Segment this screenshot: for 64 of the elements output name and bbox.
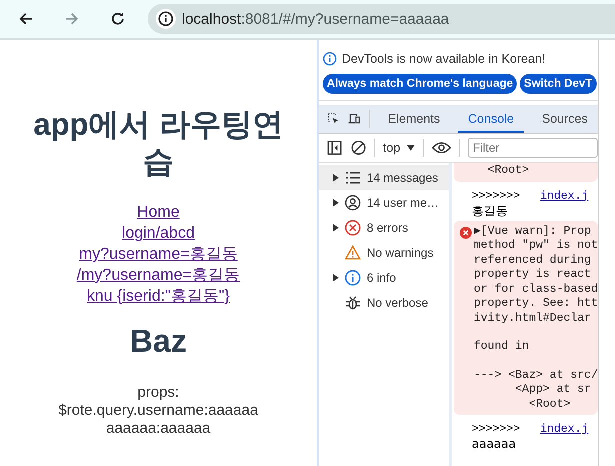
language-button[interactable]: Always match Chrome's language [323,74,518,94]
console-sidebar-item[interactable]: 6 info [319,265,449,290]
console-sidebar-item[interactable]: 8 errors [319,215,449,240]
context-dropdown[interactable]: top [383,141,415,155]
bug-icon [345,294,361,310]
nav-link[interactable]: my?username=홍길동 [79,244,238,265]
component-heading: Baz [129,323,188,360]
expand-arrow-icon [333,274,339,282]
notice-text: DevTools is now available in Korean! [342,52,546,66]
error-icon [345,220,361,236]
url-text: localhost:8081/#/my?username=aaaaaa [182,10,450,28]
nav-link[interactable]: Home [137,202,180,223]
reload-icon[interactable] [110,11,126,27]
props-text: $rote.query.username:aaaaaa [58,402,260,420]
nav-link[interactable]: login/abcd [122,223,195,244]
log-prefix: >>>>>>> [472,190,520,202]
console-text: <Root> [486,164,530,178]
console-sidebar-item[interactable]: 14 user me… [319,190,449,215]
language-button[interactable]: Switch DevT [520,74,597,94]
expand-arrow-icon [333,174,339,182]
source-link[interactable]: index.j [540,190,589,202]
console-text: ▶[Vue warn]: Prop [474,224,592,239]
log-prefix: >>>>>>> [472,423,520,436]
devtools-tab[interactable]: Elements [378,105,450,133]
expand-arrow-icon [333,224,339,232]
console-text: ---> <Baz> at src/ [474,368,598,383]
back-icon[interactable] [18,11,34,27]
eye-icon[interactable] [432,141,452,155]
console-text: ivity.html#Declar [474,312,592,326]
info-icon [345,270,361,286]
console-text: 홍길동 [472,204,509,218]
user-icon [345,194,361,210]
console-text: referenced during [474,254,592,268]
console-text: aaaaaa [472,437,518,451]
error-icon [460,226,472,238]
console-text: <Root> [528,398,572,412]
props-text: props: [136,384,180,402]
console-text: property is react [474,268,592,282]
nav-link[interactable]: knu {iserid:"홍길동"} [87,286,230,307]
info-icon [323,52,337,66]
nav-link[interactable]: /my?username=홍길동 [76,265,240,286]
caret-icon [406,145,415,151]
list-icon [345,170,361,186]
console-text: property. See: htt [474,297,598,312]
console-text: found in [474,340,530,354]
warning-icon [345,244,361,260]
source-link[interactable]: index.j [540,423,589,436]
forward-icon[interactable] [64,11,80,27]
console-text: method "pw" is not [474,239,598,254]
console-text: <App> at sr [514,383,592,398]
info-icon[interactable] [156,9,176,29]
console-sidebar-item[interactable]: 14 messages [319,165,449,190]
console-sidebar-item[interactable]: No warnings [319,240,449,265]
console-text: or for class-based [474,282,598,297]
devtools-tab[interactable]: Console [458,105,524,133]
page-title: app에서 라우팅연습 [32,106,284,180]
sidebar-toggle-icon[interactable] [327,140,343,156]
address-bar[interactable]: localhost:8081/#/my?username=aaaaaa [148,4,615,34]
filter-field[interactable]: Filter [468,138,598,158]
clear-icon[interactable] [350,140,366,156]
console-sidebar-item[interactable]: No verbose [319,290,449,315]
expand-arrow-icon [333,198,339,206]
props-text: aaaaaa:aaaaaa [105,420,212,438]
devtools-tab[interactable]: Sources [532,105,598,133]
